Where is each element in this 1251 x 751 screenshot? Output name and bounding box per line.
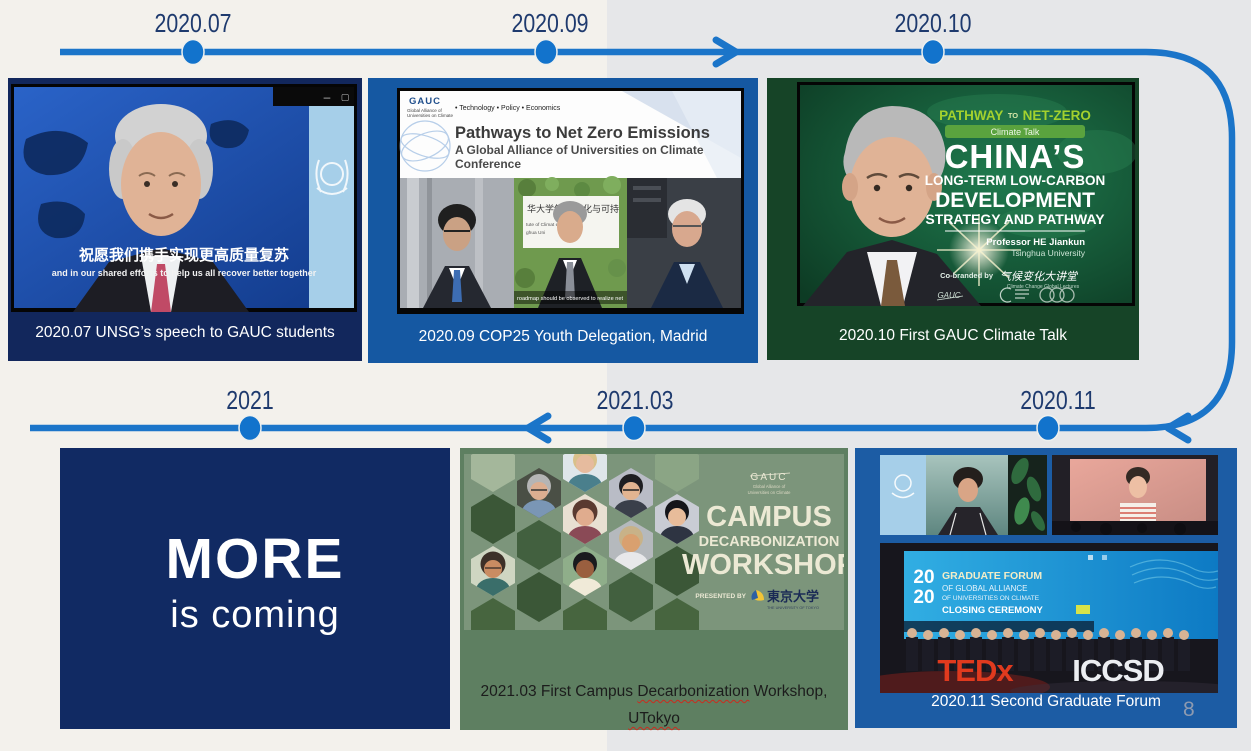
backdrop-year-bottom: 20 — [913, 587, 934, 608]
backdrop-line3: OF UNIVERSITIES ON CLIMATE — [942, 595, 1040, 602]
poster-line2: DEVELOPMENT — [935, 189, 1095, 212]
tedx-letters: TEDx — [937, 653, 1014, 688]
speaker-name: Professor HE Jiankun — [986, 237, 1085, 248]
caption-unsg: 2020.07 UNSG’s speech to GAUC students — [8, 322, 362, 344]
workshop-title-2: DECARBONIZATION — [699, 534, 840, 550]
window-maximize-icon: ▢ — [341, 92, 350, 102]
speaker-org: Tsinghua University — [1011, 248, 1085, 258]
caption-forum: 2020.11 Second Graduate Forum — [855, 691, 1237, 713]
espinosa-video — [880, 455, 1048, 535]
page-number: 8 — [1183, 698, 1195, 722]
sign-english-2: ghua Uni — [526, 230, 545, 236]
panel-campus-workshop: GAUC Global Alliance of Universities on … — [460, 448, 848, 730]
iccsd-letters: ICCSD — [1072, 653, 1164, 688]
topic-bullets: • Technology • Policy • Economics — [455, 105, 561, 112]
panel-more-coming: MORE is coming — [60, 448, 450, 729]
panel-unsg-speech: – ▢ 祝愿我们携手实现更高质量复苏 and in our shared eff… — [8, 78, 362, 361]
caption-workshop-decarbonization: Decarbonization — [637, 683, 749, 700]
unsg-video-still: – ▢ 祝愿我们携手实现更高质量复苏 and in our shared eff… — [11, 84, 357, 312]
utokyo-sub: THE UNIVERSITY OF TOKYO — [767, 606, 819, 610]
kicker-pathway: PATHWAY — [939, 108, 1003, 123]
caption-workshop-pre: 2021.03 First Campus — [481, 683, 638, 700]
workshop-poster: GAUC Global Alliance of Universities on … — [464, 454, 844, 630]
more-subline: is coming — [60, 594, 450, 637]
conference-subtitle2: Conference — [455, 157, 521, 171]
subtitle-chinese: 祝愿我们携手实现更高质量复苏 — [79, 246, 289, 264]
more-headline: MORE — [60, 526, 450, 592]
forum-photos: 20 20 GRADUATE FORUM OF GLOBAL ALLIANCE … — [880, 455, 1218, 693]
caption-workshop: 2021.03 First Campus Decarbonization Wor… — [460, 678, 848, 732]
workshop-title-3: WORKSHOP — [682, 549, 844, 581]
caption-climate-talk: 2020.10 First GAUC Climate Talk — [767, 325, 1139, 347]
gauc-logo: GAUC — [409, 96, 441, 107]
panel-graduate-forum: 20 20 GRADUATE FORUM OF GLOBAL ALLIANCE … — [855, 448, 1237, 728]
stay-tuned-sign — [1076, 605, 1090, 614]
closing-ceremony-photo: 20 20 GRADUATE FORUM OF GLOBAL ALLIANCE … — [880, 543, 1218, 693]
gauc-logo-sub2: Universities on Climate — [748, 490, 791, 495]
conference-title: Pathways to Net Zero Emissions — [455, 124, 710, 142]
workshop-title-1: CAMPUS — [706, 501, 832, 533]
cobrand-label: Co-branded by — [940, 271, 994, 280]
conference-subtitle1: A Global Alliance of Universities on Cli… — [455, 143, 704, 157]
arrow-left-curve-icon — [1168, 416, 1188, 440]
panel-cop25: GAUC Global Alliance of Universities on … — [368, 78, 758, 363]
caption-workshop-utokyo: UTokyo — [628, 710, 680, 727]
un-flag-icon — [880, 455, 926, 535]
backdrop-line2: OF GLOBAL ALLIANCE — [942, 584, 1028, 593]
pill-label: Climate Talk — [991, 127, 1040, 137]
presented-by-label: PRESENTED BY — [695, 593, 746, 600]
climate-talk-poster: PATHWAY TO NET-ZERO Climate Talk CHINA’S… — [797, 82, 1135, 306]
poster-headline: CHINA’S — [945, 138, 1086, 175]
speaker-tile-1 — [400, 178, 514, 308]
speaker-tile-3 — [627, 178, 741, 308]
utokyo-logotype: 東京大学 — [767, 589, 819, 604]
sign-chinese-right: 化与可持 — [583, 203, 619, 214]
window-minimize-icon: – — [324, 90, 331, 104]
poster-line3: STRATEGY AND PATHWAY — [925, 211, 1105, 227]
kicker-to: TO — [1008, 111, 1018, 120]
backdrop-line4: CLOSING CEREMONY — [942, 605, 1043, 616]
gauc-logo-sub2: Universities on Climate — [407, 113, 454, 118]
panel-climate-talk: PATHWAY TO NET-ZERO Climate Talk CHINA’S… — [767, 78, 1139, 360]
video-subtitle: roadmap should be observed to realize ne… — [517, 296, 623, 302]
backdrop-line1: GRADUATE FORUM — [942, 570, 1042, 582]
subtitle-english: and in our shared efforts to help us all… — [52, 268, 317, 278]
poster-line1: LONG-TERM LOW-CARBON — [925, 173, 1105, 188]
cobrand-logo-text: 气候变化大讲堂 — [1000, 270, 1079, 283]
caption-cop25: 2020.09 COP25 Youth Delegation, Madrid — [368, 326, 758, 348]
speaker-tile-2: 华大学气 化与可持 tute of Climat e and Susta ghu… — [514, 176, 627, 308]
kicker-netzero: NET-ZERO — [1023, 108, 1091, 123]
gauc-logo-sub1: Global Alliance of — [753, 484, 786, 489]
student-video — [1052, 455, 1218, 535]
cop25-conference-still: GAUC Global Alliance of Universities on … — [397, 88, 744, 314]
gauc-script-logo: GAUC — [937, 291, 960, 300]
backdrop-year-top: 20 — [913, 567, 934, 588]
caption-workshop-mid: Workshop, — [749, 683, 827, 700]
